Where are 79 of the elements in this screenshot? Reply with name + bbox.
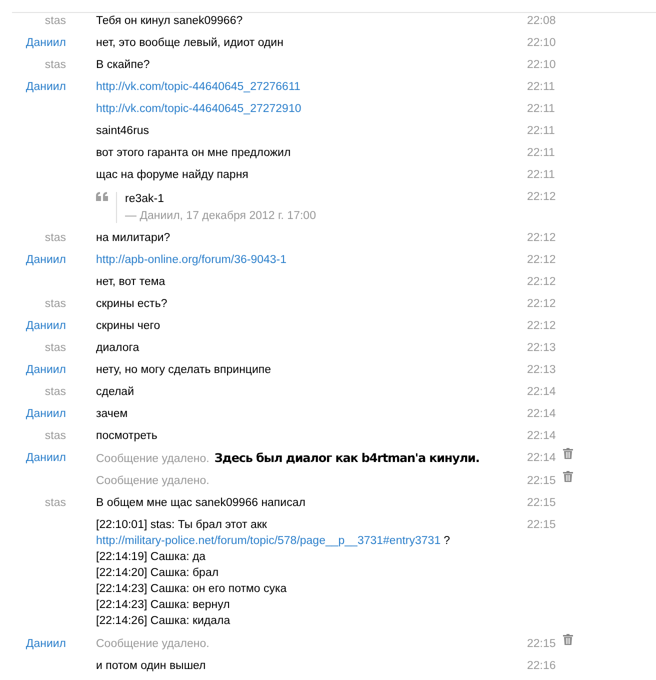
message-link[interactable]: http://military-police.net/forum/topic/578/page__p__3731#entry3731	[96, 535, 441, 547]
message-time: 22:11	[527, 80, 556, 94]
message-time: 22:13	[527, 363, 557, 377]
message-text: сделай	[96, 386, 134, 398]
message-text: зачем	[96, 408, 128, 420]
message-time: 22:12	[527, 253, 557, 267]
author-name[interactable]: stas	[44, 429, 66, 443]
author-name[interactable]: Даниил	[26, 637, 66, 651]
message-text: В общем мне щас sanek09966 написал	[96, 497, 306, 509]
message-text: скрины есть?	[96, 298, 168, 310]
message-text: диалога	[96, 342, 140, 354]
message-time: 22:11	[527, 102, 556, 116]
deleted-message-text: Сообщение удалено.	[96, 475, 210, 487]
message-text: и потом один вышел	[96, 660, 206, 672]
author-name[interactable]: Даниил	[26, 80, 66, 94]
message-time: 22:16	[527, 659, 557, 673]
trash-icon[interactable]	[563, 448, 573, 459]
message-link[interactable]: http://apb-online.org/forum/36-9043-1	[96, 254, 287, 266]
message-time: 22:14	[527, 451, 557, 466]
author-name[interactable]: stas	[44, 385, 66, 399]
message-text: скрины чего	[96, 320, 160, 332]
message-text: [22:14:23] Сашка: вернул	[96, 599, 230, 611]
author-name[interactable]: stas	[44, 231, 66, 245]
author-name[interactable]: Даниил	[26, 253, 66, 267]
quote-icon	[96, 192, 108, 201]
message-time: 22:12	[527, 275, 557, 289]
message-time: 22:15	[527, 518, 557, 533]
message-time: 22:12	[527, 190, 557, 205]
author-name[interactable]: stas	[44, 496, 66, 510]
author-name[interactable]: stas	[44, 58, 66, 72]
author-name[interactable]: Даниил	[26, 36, 66, 50]
quote-source: — Даниил, 17 декабря 2012 г. 17:00	[125, 209, 316, 223]
author-name[interactable]: Даниил	[26, 407, 66, 421]
author-name[interactable]: Даниил	[26, 319, 66, 333]
message-text: [22:10:01] stas: Ты брал этот акк	[96, 519, 267, 531]
message-note: Здесь был диалог как b4rtman'а кинули.	[214, 451, 480, 465]
message-link[interactable]: http://vk.com/topic-44640645_27272910	[96, 103, 302, 115]
message-text: [22:14:19] Сашка: да	[96, 551, 206, 563]
message-time: 22:10	[527, 36, 557, 50]
message-link[interactable]: http://vk.com/topic-44640645_27276611	[96, 81, 300, 93]
message-time: 22:14	[527, 429, 557, 443]
author-name[interactable]: Даниил	[26, 363, 66, 377]
author-name[interactable]: stas	[44, 297, 66, 311]
message-time: 22:11	[527, 124, 556, 138]
message-time: 22:11	[527, 168, 556, 182]
message-text: [22:14:26] Сашка: кидала	[96, 615, 230, 627]
message-text: Тебя он кинул sanek09966?	[96, 15, 243, 27]
author-name[interactable]: stas	[44, 341, 66, 355]
message-text: ?	[444, 535, 450, 547]
message-text: на милитари?	[96, 232, 170, 244]
message-time: 22:11	[527, 146, 556, 160]
author-name[interactable]: Даниил	[26, 451, 66, 465]
message-time: 22:08	[527, 14, 557, 28]
message-time: 22:12	[527, 231, 557, 245]
message-text: В скайпе?	[96, 59, 150, 71]
message-text: saint46rus	[96, 125, 150, 137]
message-time: 22:15	[527, 637, 557, 651]
message-text: нет, это вообще левый, идиот один	[96, 37, 284, 49]
trash-icon[interactable]	[563, 634, 573, 645]
message-time: 22:12	[527, 319, 557, 333]
deleted-message-text: Сообщение удалено.	[96, 453, 210, 465]
message-time: 22:12	[527, 297, 557, 311]
message-text: вот этого гаранта он мне предложил	[96, 147, 291, 159]
message-text: [22:14:23] Сашка: он его потмо сука	[96, 583, 287, 595]
message-text: посмотреть	[96, 430, 158, 442]
message-text: нет, вот тема	[96, 276, 166, 288]
message-text: щас на форуме найду парня	[96, 169, 248, 181]
quote-text: re3ak-1	[125, 192, 165, 206]
message-time: 22:14	[527, 407, 557, 421]
message-time: 22:14	[527, 385, 557, 399]
message-time: 22:15	[527, 474, 557, 488]
message-time: 22:15	[527, 496, 557, 510]
message-time: 22:10	[527, 58, 557, 72]
deleted-message-text: Сообщение удалено.	[96, 638, 210, 650]
message-time: 22:13	[527, 341, 557, 355]
trash-icon[interactable]	[563, 471, 573, 482]
author-name[interactable]: stas	[44, 14, 66, 28]
message-text: [22:14:20] Сашка: брал	[96, 567, 219, 579]
message-text: нету, но могу сделать впринципе	[96, 364, 272, 376]
